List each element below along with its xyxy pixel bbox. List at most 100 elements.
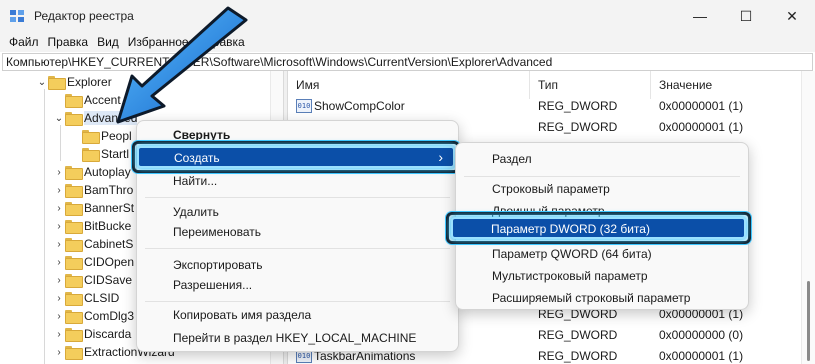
value-data: 0x00000000 (0) bbox=[659, 328, 744, 342]
value-type: REG_DWORD bbox=[538, 120, 618, 134]
value-data: 0x00000001 (1) bbox=[659, 99, 744, 113]
folder-icon bbox=[82, 148, 100, 162]
menu-item-create[interactable]: Создать › bbox=[137, 146, 455, 168]
menu-help[interactable]: Справка bbox=[195, 35, 251, 49]
maximize-icon: ☐ bbox=[739, 7, 753, 24]
tree-item-label: BannerSt bbox=[84, 201, 135, 215]
dword-value-icon: 010 bbox=[296, 99, 312, 113]
chevron-down-icon[interactable]: ⌄ bbox=[36, 77, 48, 88]
tree-item-selected[interactable]: ⌄ Advanced bbox=[53, 109, 138, 127]
column-header-name[interactable]: Имя bbox=[288, 71, 530, 99]
tree-item[interactable]: › CabinetS bbox=[53, 235, 133, 253]
chevron-right-icon[interactable]: › bbox=[53, 347, 65, 358]
menu-item-permissions[interactable]: Разрешения... bbox=[173, 274, 252, 296]
tree-item-label: Explorer bbox=[67, 75, 112, 89]
chevron-right-icon[interactable]: › bbox=[53, 311, 65, 322]
tree-item-label: CLSID bbox=[84, 291, 120, 305]
column-header-type[interactable]: Тип bbox=[530, 71, 651, 99]
folder-icon bbox=[65, 112, 83, 126]
menu-bar: Файл Правка Вид Избранное Справка bbox=[0, 32, 815, 52]
folder-icon bbox=[65, 202, 83, 216]
folder-icon bbox=[65, 166, 83, 180]
tree-item-label: Startl bbox=[101, 147, 130, 161]
menu-item-copy-key-name[interactable]: Копировать имя раздела bbox=[173, 304, 311, 326]
tree-item[interactable]: › BannerSt bbox=[53, 199, 134, 217]
chevron-right-icon[interactable]: › bbox=[53, 185, 65, 196]
value-type: REG_DWORD bbox=[538, 349, 618, 363]
folder-icon bbox=[65, 184, 83, 198]
menu-item-delete[interactable]: Удалить bbox=[173, 201, 219, 223]
menu-item-goto-hklm[interactable]: Перейти в раздел HKEY_LOCAL_MACHINE bbox=[173, 327, 416, 349]
chevron-right-icon[interactable]: › bbox=[53, 257, 65, 268]
folder-icon bbox=[65, 310, 83, 324]
submenu-item-multistring[interactable]: Мультистроковый параметр bbox=[492, 265, 648, 287]
chevron-right-icon[interactable]: › bbox=[53, 329, 65, 340]
minimize-button[interactable]: — bbox=[677, 0, 723, 32]
maximize-button[interactable]: ☐ bbox=[723, 0, 769, 32]
submenu-item-qword[interactable]: Параметр QWORD (64 бита) bbox=[492, 243, 652, 265]
chevron-right-icon[interactable]: › bbox=[53, 275, 65, 286]
tree-guide-line bbox=[60, 125, 61, 161]
folder-icon bbox=[65, 274, 83, 288]
menu-separator bbox=[145, 301, 450, 302]
folder-icon bbox=[48, 76, 66, 90]
tree-item[interactable]: › CLSID bbox=[53, 289, 119, 307]
list-scrollbar[interactable] bbox=[801, 71, 815, 364]
tree-item[interactable]: › BamThro bbox=[53, 181, 133, 199]
chevron-right-icon: › bbox=[438, 149, 443, 165]
column-header-value[interactable]: Значение bbox=[651, 71, 801, 99]
tree-item-label: Peopl bbox=[101, 129, 132, 143]
tree-item[interactable]: › CIDSave bbox=[53, 271, 132, 289]
value-data: 0x00000001 (1) bbox=[659, 349, 744, 363]
chevron-right-icon[interactable]: › bbox=[53, 293, 65, 304]
menu-edit[interactable]: Правка bbox=[45, 35, 95, 49]
tree-item-label: ComDlg3 bbox=[84, 309, 135, 323]
value-type: REG_DWORD bbox=[538, 328, 618, 342]
submenu-item-expandstring[interactable]: Расширяемый строковый параметр bbox=[492, 287, 690, 309]
value-name: ShowCompColor bbox=[314, 99, 405, 113]
address-bar[interactable]: Компьютер\HKEY_CURRENT_USER\Software\Mic… bbox=[2, 53, 813, 71]
close-button[interactable]: ✕ bbox=[769, 0, 815, 32]
folder-icon bbox=[65, 220, 83, 234]
chevron-right-icon[interactable]: › bbox=[53, 239, 65, 250]
tree-item-label: Advanced bbox=[84, 111, 138, 125]
tree-item[interactable]: Accent bbox=[53, 91, 121, 109]
menu-item-export[interactable]: Экспортировать bbox=[173, 254, 263, 276]
folder-icon bbox=[65, 256, 83, 270]
tree-item[interactable]: ⌄ Explorer bbox=[36, 73, 112, 91]
tree-item-label: Accent bbox=[84, 93, 121, 107]
tree-item[interactable]: › Autoplay bbox=[53, 163, 131, 181]
menu-item-rename[interactable]: Переименовать bbox=[173, 221, 261, 243]
menu-file[interactable]: Файл bbox=[6, 35, 45, 49]
menu-item-create-label: Создать bbox=[174, 151, 220, 165]
tree-item[interactable]: › ComDlg3 bbox=[53, 307, 134, 325]
tree-item-label: BamThro bbox=[84, 183, 134, 197]
tree-item[interactable]: Startl bbox=[70, 145, 129, 163]
tree-item[interactable]: › Discarda bbox=[53, 325, 131, 343]
menu-item-find[interactable]: Найти... bbox=[173, 170, 217, 192]
chevron-right-icon[interactable]: › bbox=[53, 221, 65, 232]
scrollbar-thumb[interactable] bbox=[807, 281, 810, 361]
chevron-down-icon[interactable]: ⌄ bbox=[53, 113, 65, 124]
tree-item[interactable]: › BitBucke bbox=[53, 217, 131, 235]
submenu-item-string[interactable]: Строковый параметр bbox=[492, 178, 610, 200]
tree-item-label: Discarda bbox=[84, 327, 132, 341]
menu-favorites[interactable]: Избранное bbox=[125, 35, 195, 49]
window-title: Редактор реестра bbox=[34, 9, 134, 23]
tree-item[interactable]: Peopl bbox=[70, 127, 132, 145]
submenu-item-dword[interactable]: Параметр DWORD (32 бита) bbox=[451, 217, 746, 239]
tree-item-label: CabinetS bbox=[84, 237, 134, 251]
submenu-item-key[interactable]: Раздел bbox=[492, 148, 532, 170]
menu-view[interactable]: Вид bbox=[94, 35, 125, 49]
list-row[interactable]: 010 ShowCompColor REG_DWORD 0x00000001 (… bbox=[288, 96, 798, 117]
chevron-right-icon[interactable]: › bbox=[53, 203, 65, 214]
chevron-right-icon[interactable]: › bbox=[53, 167, 65, 178]
tree-item-label: CIDOpen bbox=[84, 255, 135, 269]
folder-icon bbox=[65, 238, 83, 252]
folder-icon bbox=[65, 328, 83, 342]
minimize-icon: — bbox=[693, 8, 707, 24]
menu-separator bbox=[464, 176, 740, 177]
tree-item[interactable]: › CIDOpen bbox=[53, 253, 134, 271]
tree-guide-line bbox=[44, 89, 45, 364]
folder-icon bbox=[65, 292, 83, 306]
